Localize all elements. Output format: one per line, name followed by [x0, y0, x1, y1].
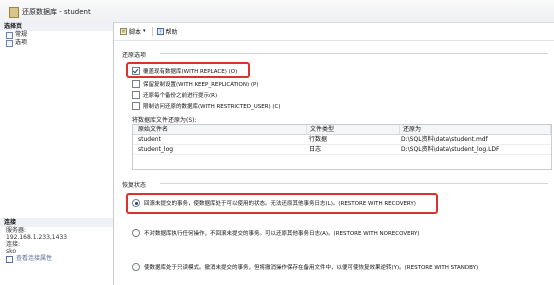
server-label: 服务器: — [6, 227, 27, 234]
recovery-state-section: 恢复状态 — [122, 180, 548, 189]
restricted-user-option[interactable]: 限制访问还原的数据库(WITH RESTRICTED_USER) (C) — [132, 102, 281, 110]
help-icon: ? — [156, 27, 164, 35]
script-label: 脚本 — [129, 28, 142, 36]
restricted-user-checkbox[interactable] — [132, 102, 140, 110]
connection-value: sko — [6, 248, 17, 255]
prompt-before-restore-option[interactable]: 还原每个备份之前进行提示(R) — [132, 91, 217, 99]
restricted-user-label: 限制访问还原的数据库(WITH RESTRICTED_USER) (C) — [143, 104, 281, 110]
restore-files-grid[interactable]: 原始文件名 文件类型 还原为 student 行数据 D:\SQL资料\data… — [132, 124, 552, 170]
keep-replication-option[interactable]: 保留复制设置(WITH KEEP_REPLICATION) (P) — [132, 80, 258, 88]
files-caption: 将数据库文件还原为(S): — [132, 117, 197, 124]
help-label: 帮助 — [165, 28, 178, 36]
chevron-down-icon: ▾ — [143, 28, 146, 34]
standby-option[interactable]: 使数据库处于只读模式。撤消未提交的事务，但将撤消操作保存在备用文件中，以便可使恢… — [132, 263, 478, 271]
column-header-file-type[interactable]: 文件类型 — [307, 125, 400, 134]
cell-file-type: 行数据 — [309, 136, 328, 143]
table-row[interactable]: student 行数据 D:\SQL资料\data\student.mdf — [133, 135, 551, 145]
section-divider — [160, 183, 548, 184]
nav-item-label: 常规 — [15, 31, 28, 38]
script-button[interactable]: 脚本 ▾ — [120, 27, 146, 36]
restore-options-section: 还原选项 — [122, 50, 548, 59]
prompt-before-restore-checkbox[interactable] — [132, 91, 140, 99]
recovery-state-title: 恢复状态 — [122, 182, 147, 189]
nav-item-label: 选项 — [15, 39, 28, 46]
toolbar: 脚本 ▾ ? 帮助 — [114, 22, 554, 41]
nav-item-options[interactable]: 选项 — [0, 39, 113, 47]
nav-item-general[interactable]: 常规 — [0, 31, 113, 39]
server-value: 192.168.1.233,1433 — [6, 234, 68, 241]
norecovery-option[interactable]: 不对数据库执行任何操作，不回滚未提交的事务。可以还原其他事务日志(A)。(RES… — [132, 229, 420, 237]
highlight-box-overwrite — [126, 62, 250, 78]
column-header-original-file[interactable]: 原始文件名 — [133, 125, 307, 134]
view-connection-properties-link[interactable]: 查看连接属性 — [0, 255, 113, 263]
cell-restore-as[interactable]: D:\SQL资料\data\student_log.LDF — [398, 145, 551, 154]
properties-icon — [6, 255, 13, 263]
cell-original-file: student — [138, 136, 161, 143]
cell-file-type: 日志 — [309, 146, 322, 153]
title-bar: 还原数据库 - student — [0, 0, 554, 23]
highlight-box-recovery — [126, 193, 438, 214]
cell-original-file: student_log — [138, 146, 174, 153]
norecovery-radio[interactable] — [132, 229, 140, 237]
svg-text:?: ? — [158, 29, 161, 34]
prompt-before-restore-label: 还原每个备份之前进行提示(R) — [143, 93, 218, 99]
keep-replication-label: 保留复制设置(WITH KEEP_REPLICATION) (P) — [143, 82, 259, 88]
toolbar-separator — [151, 26, 153, 36]
database-icon — [9, 7, 19, 18]
table-row[interactable]: student_log 日志 D:\SQL资料\data\student_log… — [133, 145, 551, 155]
grid-header: 原始文件名 文件类型 还原为 — [133, 125, 551, 135]
standby-radio[interactable] — [132, 263, 140, 271]
section-divider — [160, 53, 548, 54]
select-page-header: 选择页 — [0, 22, 113, 31]
standby-label: 使数据库处于只读模式。撤消未提交的事务，但将撤消操作保存在备用文件中，以便可使恢… — [144, 265, 479, 271]
page-icon — [6, 39, 13, 47]
connection-label: 连接: — [6, 241, 21, 248]
select-page-pane: 选择页 常规 选项 连接 服务器: 192.168.1.233,1433 连接:… — [0, 22, 114, 285]
page-icon — [6, 31, 13, 39]
column-header-restore-as[interactable]: 还原为 — [400, 125, 551, 134]
help-button[interactable]: ? 帮助 — [156, 27, 178, 36]
link-label: 查看连接属性 — [16, 255, 53, 262]
connection-header: 连接 — [0, 218, 113, 227]
connection-section: 连接 服务器: 192.168.1.233,1433 连接: sko 查看连接属… — [0, 218, 113, 263]
norecovery-label: 不对数据库执行任何操作，不回滚未提交的事务。可以还原其他事务日志(A)。(RES… — [144, 231, 420, 237]
restore-options-title: 还原选项 — [122, 52, 147, 59]
script-icon — [120, 27, 127, 35]
window-title: 还原数据库 - student — [22, 8, 91, 16]
keep-replication-checkbox[interactable] — [132, 80, 140, 88]
cell-restore-as[interactable]: D:\SQL资料\data\student.mdf — [398, 135, 551, 144]
